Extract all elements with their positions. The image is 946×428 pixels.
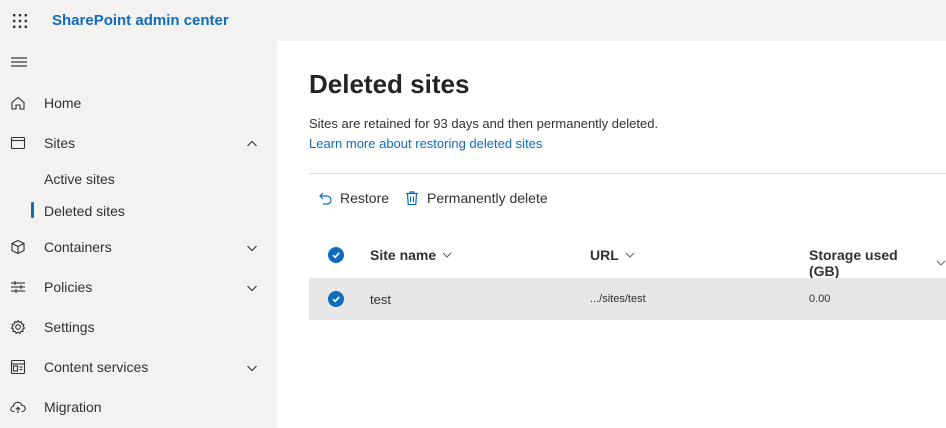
learn-more-link[interactable]: Learn more about restoring deleted sites bbox=[309, 136, 542, 151]
column-header-label: Site name bbox=[370, 247, 437, 263]
sidebar-subitem-label: Deleted sites bbox=[44, 203, 125, 219]
chevron-down-icon bbox=[936, 260, 946, 266]
storage-used: 0.00 bbox=[809, 293, 831, 305]
settings-icon bbox=[10, 319, 26, 335]
sidebar-item-label: Content services bbox=[44, 359, 149, 375]
content-services-icon bbox=[10, 359, 26, 375]
chevron-down-icon[interactable] bbox=[246, 241, 258, 253]
hamburger-icon[interactable] bbox=[11, 55, 27, 69]
site-name-link[interactable]: test bbox=[370, 292, 391, 307]
sidebar-item-migration[interactable]: Migration bbox=[0, 387, 277, 427]
chevron-down-icon bbox=[625, 252, 635, 258]
divider bbox=[309, 173, 946, 174]
top-bar: SharePoint admin center bbox=[0, 0, 946, 41]
restore-label: Restore bbox=[340, 190, 390, 206]
sidebar-item-label: Migration bbox=[44, 399, 102, 415]
sidebar-item-settings[interactable]: Settings bbox=[0, 307, 277, 347]
migration-icon bbox=[10, 399, 26, 415]
restore-icon bbox=[319, 192, 332, 205]
column-header-storage-used[interactable]: Storage used (GB) bbox=[809, 247, 946, 279]
chevron-down-icon[interactable] bbox=[246, 361, 258, 373]
page-description: Sites are retained for 93 days and then … bbox=[309, 116, 659, 131]
table-header: Site name URL Storage used (GB) bbox=[309, 237, 946, 279]
column-header-label: Storage used (GB) bbox=[809, 247, 898, 279]
sidebar-item-policies[interactable]: Policies bbox=[0, 267, 277, 307]
main-content: Deleted sites Sites are retained for 93 … bbox=[277, 41, 946, 428]
column-header-site-name[interactable]: Site name bbox=[370, 247, 452, 263]
containers-icon bbox=[10, 239, 26, 255]
selection-indicator bbox=[31, 202, 34, 218]
checkmark-icon bbox=[332, 252, 340, 259]
sidebar-subitem-deleted-sites[interactable]: Deleted sites bbox=[0, 195, 277, 227]
sidebar-item-content-services[interactable]: Content services bbox=[0, 347, 277, 387]
permanently-delete-button[interactable]: Permanently delete bbox=[404, 187, 548, 209]
site-url: .../sites/test bbox=[590, 293, 646, 305]
left-navigation: Home Sites Active sites Deleted sites Co… bbox=[0, 41, 277, 428]
page-title: Deleted sites bbox=[309, 69, 470, 99]
sidebar-subitem-active-sites[interactable]: Active sites bbox=[0, 163, 277, 195]
sidebar-item-label: Containers bbox=[44, 239, 112, 255]
column-header-label: URL bbox=[590, 247, 619, 263]
home-icon bbox=[10, 95, 26, 111]
sidebar-item-label: Settings bbox=[44, 319, 95, 335]
table-row[interactable]: test .../sites/test 0.00 bbox=[309, 278, 946, 320]
column-header-url[interactable]: URL bbox=[590, 247, 635, 263]
policies-icon bbox=[10, 279, 26, 295]
app-title[interactable]: SharePoint admin center bbox=[52, 12, 229, 29]
sidebar-item-label: Home bbox=[44, 95, 82, 111]
sidebar-item-containers[interactable]: Containers bbox=[0, 227, 277, 267]
sites-icon bbox=[10, 135, 26, 151]
sidebar-item-sites[interactable]: Sites bbox=[0, 123, 277, 163]
trash-icon bbox=[406, 191, 418, 206]
chevron-down-icon[interactable] bbox=[246, 281, 258, 293]
chevron-down-icon bbox=[442, 252, 452, 258]
sidebar-item-home[interactable]: Home bbox=[0, 83, 277, 123]
checkmark-icon bbox=[332, 296, 340, 303]
chevron-up-icon[interactable] bbox=[246, 137, 258, 149]
app-launcher-icon[interactable] bbox=[0, 0, 40, 41]
row-checkbox[interactable] bbox=[328, 291, 344, 307]
select-all-checkbox[interactable] bbox=[328, 247, 344, 263]
sidebar-item-label: Policies bbox=[44, 279, 93, 295]
sidebar-subitem-label: Active sites bbox=[44, 171, 115, 187]
restore-button[interactable]: Restore bbox=[317, 187, 389, 209]
sidebar-item-label: Sites bbox=[44, 135, 76, 151]
permanently-delete-label: Permanently delete bbox=[427, 190, 548, 206]
